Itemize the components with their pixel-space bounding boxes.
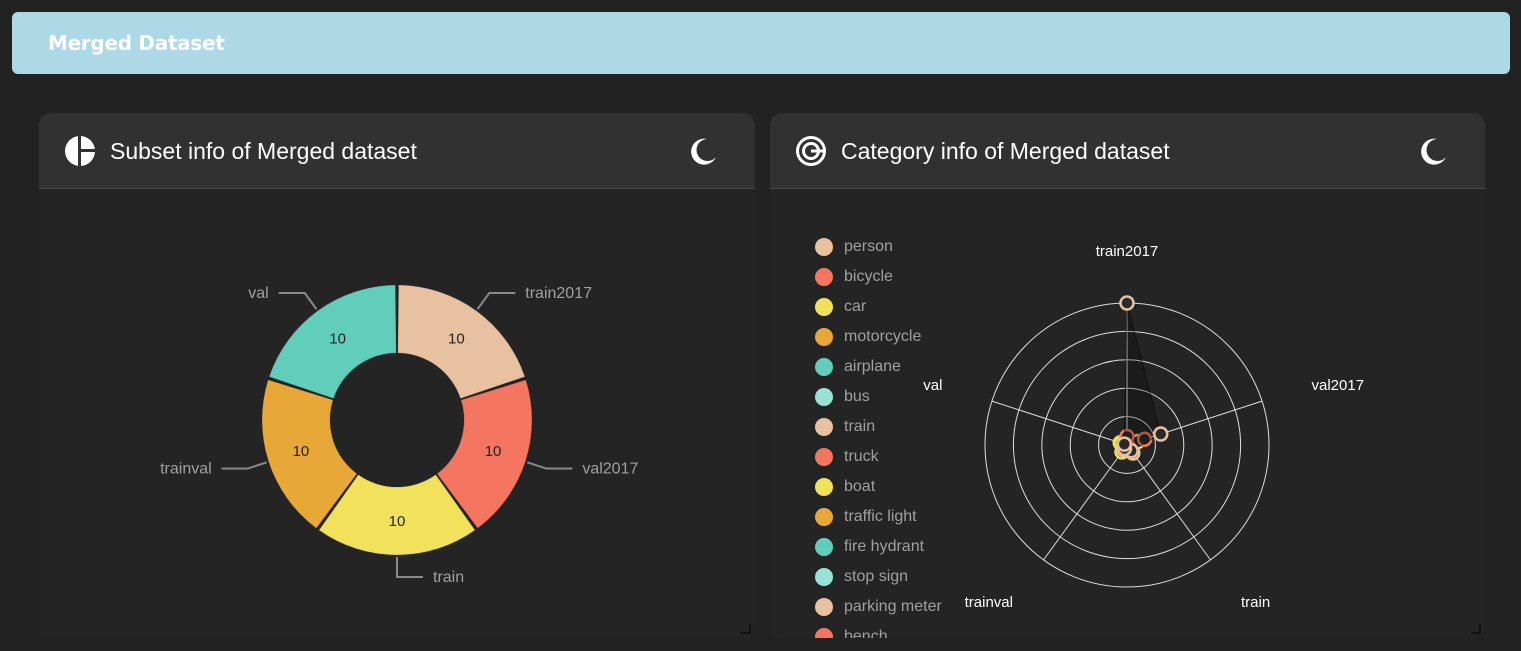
subset-info-panel: Subset info of Merged dataset 10 train201… [39,113,755,638]
category-panel-body: person bicycle car motorcycle airplane b… [770,189,1485,638]
category-info-panel: Category info of Merged dataset person b… [770,113,1485,638]
radar-point[interactable] [1153,426,1169,442]
category-radar-chart: train2017 val2017 train trainval val [923,243,1365,611]
radar-axis-label: val2017 [1312,377,1365,394]
radar-axis-line [1043,444,1128,561]
pie-link-label: train [433,569,464,586]
radar-chart-icon [796,136,826,166]
app-title: Merged Dataset [48,31,225,55]
subset-panel-body: 10 train2017 10 val2017 10 train 10 trainval 10 v… [39,189,755,638]
pie-link-line [278,291,318,310]
pie-chart-icon [65,135,96,167]
moon-icon[interactable] [1417,135,1449,167]
subset-pie-chart: 10 train2017 10 val2017 10 train 10 trainval 10 v… [160,284,638,586]
pie-link-label: val2017 [582,461,638,478]
radar-axis-label: trainval [965,594,1013,611]
pie-value-label: 10 [329,330,346,347]
radar-point[interactable] [1119,295,1135,311]
radar-axis-label: val [923,377,942,394]
pie-link-line [396,557,423,578]
resize-handle[interactable] [741,624,751,634]
pie-value-label: 10 [485,443,502,460]
pie-link-label: trainval [160,461,212,478]
pie-link-line [221,461,268,470]
pie-link-label: train2017 [525,285,592,302]
pie-link-label: val [248,285,268,302]
subset-panel-title: Subset info of Merged dataset [110,138,417,164]
subset-panel-header: Subset info of Merged dataset [39,113,755,189]
pie-value-label: 10 [448,330,465,347]
radar-axis-label: train2017 [1096,243,1159,260]
pie-link-line [526,461,573,470]
radar-point[interactable] [1116,436,1133,452]
radar-axis-line [1126,444,1211,561]
pie-value-label: 10 [389,513,406,530]
pie-link-line [476,291,516,310]
radar-axis-line [991,400,1128,446]
radar-axis-label: train [1241,594,1270,611]
pie-value-label: 10 [293,443,310,460]
category-panel-title: Category info of Merged dataset [841,138,1170,164]
moon-icon[interactable] [687,135,719,167]
category-panel-header: Category info of Merged dataset [770,113,1485,189]
resize-handle[interactable] [1471,624,1481,634]
top-bar: Merged Dataset [12,12,1510,74]
